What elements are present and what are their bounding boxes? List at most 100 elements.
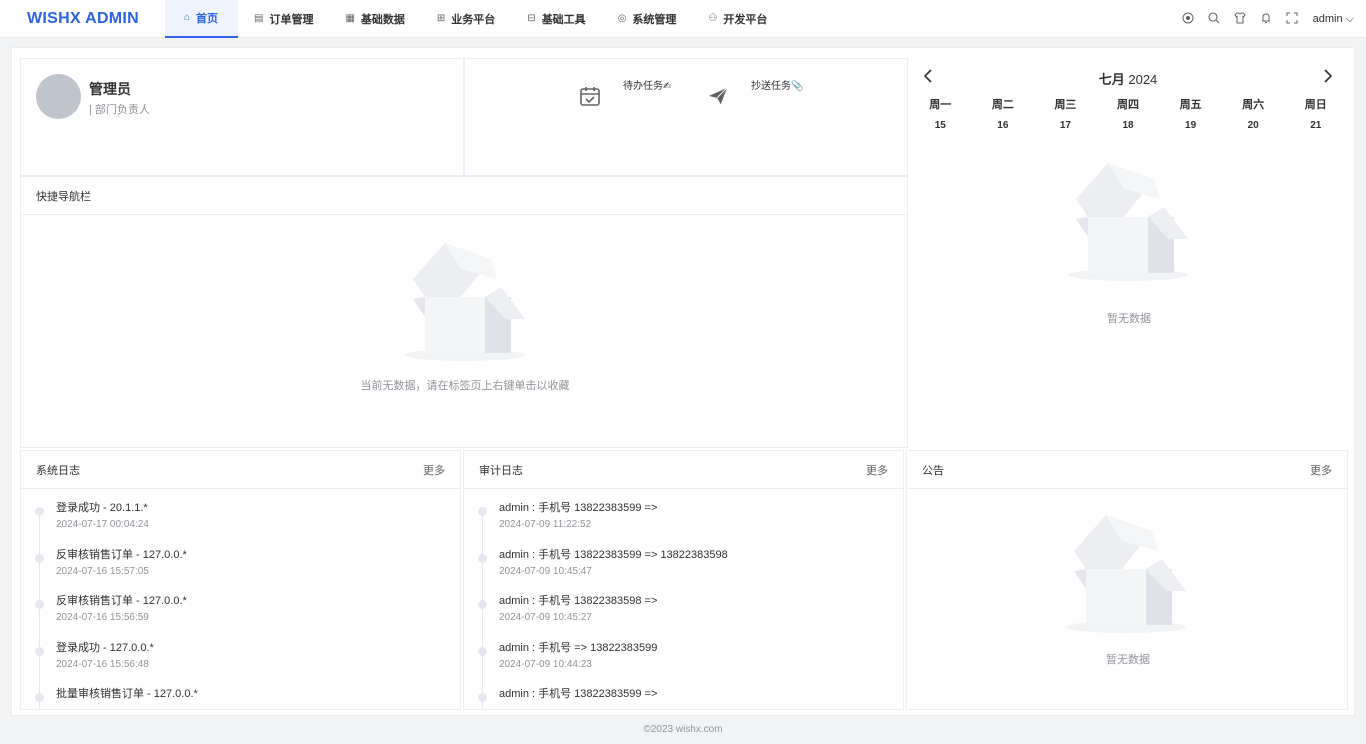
- syslog-title: 系统日志: [36, 464, 80, 477]
- timeline-item: 反审核销售订单 - 127.0.0.* 2024-07-16 15:57:05: [35, 548, 450, 595]
- empty-box-icon: [1066, 515, 1186, 633]
- cc-task[interactable]: 抄送任务📎: [707, 79, 803, 107]
- shirt-icon[interactable]: [1227, 12, 1253, 27]
- timeline-dot: [35, 646, 44, 656]
- timeline-item: admin : 手机号 => 13822383599 2024-07-09 10…: [478, 641, 893, 688]
- syslog-header: 系统日志 更多: [21, 451, 460, 489]
- notice-title: 公告: [922, 464, 944, 477]
- chevron-right-icon[interactable]: [1323, 69, 1333, 86]
- syslog-card: 系统日志 更多 登录成功 - 20.1.1.* 2024-07-17 00:04…: [20, 450, 461, 710]
- avatar: [36, 74, 81, 119]
- syslog-more-link[interactable]: 更多: [423, 462, 445, 478]
- timeline-dot: [35, 600, 44, 609]
- calendar-day[interactable]: 19: [1159, 120, 1222, 131]
- table-icon: ▦: [345, 13, 355, 24]
- nav-item-business[interactable]: ⊞ 业务平台: [421, 0, 511, 38]
- timeline-dot: [35, 507, 44, 516]
- calendar-title: 七月 2024: [909, 69, 1347, 88]
- weekday: 周日: [1304, 99, 1327, 111]
- timeline-item: 反审核销售订单 - 127.0.0.* 2024-07-16 15:56:59: [35, 594, 450, 641]
- timeline-item: admin : 手机号 13822383599 =>: [478, 687, 893, 709]
- log-text: 登录成功 - 127.0.0.*: [56, 641, 154, 654]
- notice-header: 公告 更多: [907, 451, 1347, 489]
- auditlog-timeline: admin : 手机号 13822383599 => 2024-07-09 11…: [478, 501, 893, 709]
- nav-label: 业务平台: [451, 13, 496, 26]
- app-logo[interactable]: WISHX ADMIN: [0, 10, 165, 28]
- log-time: 2024-07-16 15:56:59: [56, 612, 149, 623]
- calendar-card: 七月 2024 周一 周二 周三 周四 周五 周六 周日 15 16 17 18…: [908, 58, 1348, 448]
- timeline-dot: [478, 600, 487, 609]
- notice-card: 公告 更多 暂无数据: [906, 450, 1348, 710]
- nav-label: 首页: [196, 12, 219, 25]
- grid-icon: ⊞: [436, 13, 446, 24]
- timeline-dot: [478, 507, 487, 516]
- timeline-dot: [478, 693, 487, 702]
- home-icon: ⌂: [184, 12, 191, 23]
- target-icon[interactable]: [1175, 12, 1201, 27]
- notice-more-link[interactable]: 更多: [1310, 462, 1332, 478]
- quicknav-card: 快捷导航栏 当前无数据，请在标签页上右键单击以收藏: [20, 176, 908, 448]
- nav-item-tools[interactable]: ⊟ 基础工具: [511, 0, 601, 38]
- auditlog-header: 审计日志 更多: [464, 451, 903, 489]
- log-time: 2024-07-16 15:56:48: [56, 658, 149, 670]
- calendar-day[interactable]: 15: [909, 120, 972, 131]
- timeline-dot: [478, 646, 487, 656]
- top-header: WISHX ADMIN ⌂ 首页 ▤ 订单管理 ▦ 基础数据 ⊞ 业务平台 ⊟ …: [0, 0, 1366, 38]
- todo-task-label: 待办任务✍: [623, 81, 672, 92]
- log-text: admin : 手机号 13822383599 =>: [499, 688, 658, 700]
- quicknav-empty-text: 当前无数据，请在标签页上右键单击以收藏: [360, 380, 570, 392]
- calendar-empty-text: 暂无数据: [1107, 313, 1151, 325]
- toolbox-icon: ⊟: [527, 13, 536, 24]
- empty-box-icon: [405, 243, 525, 361]
- calendar-month: 七月: [1098, 72, 1125, 87]
- calendar-day[interactable]: 18: [1097, 120, 1160, 131]
- log-time: 2024-07-09 10:45:47: [499, 565, 592, 577]
- timeline-item: 批量审核销售订单 - 127.0.0.*: [35, 687, 450, 709]
- timeline-dot: [35, 693, 44, 702]
- calendar-days: 15 16 17 18 19 20 21: [909, 120, 1347, 131]
- quicknav-header: 快捷导航栏: [21, 177, 907, 215]
- timeline-item: admin : 手机号 13822383599 => 13822383598 2…: [478, 548, 893, 595]
- user-name: 管理员: [89, 81, 131, 97]
- paper-plane-icon: [708, 87, 728, 105]
- nav-item-basic-data[interactable]: ▦ 基础数据: [329, 0, 420, 38]
- weekday: 周二: [991, 99, 1014, 111]
- timeline-dot: [478, 553, 487, 563]
- calendar-day[interactable]: 17: [1034, 120, 1097, 131]
- log-text: 反审核销售订单 - 127.0.0.*: [56, 548, 187, 561]
- fullscreen-icon[interactable]: [1279, 12, 1305, 27]
- syslog-timeline: 登录成功 - 20.1.1.* 2024-07-17 00:04:24 反审核销…: [35, 501, 450, 709]
- calendar-day[interactable]: 20: [1222, 120, 1285, 131]
- timeline-item: 登录成功 - 127.0.0.* 2024-07-16 15:56:48: [35, 641, 450, 688]
- todo-task[interactable]: 待办任务✍: [579, 79, 671, 107]
- weekday: 周一: [929, 99, 952, 111]
- nav-item-dev[interactable]: ⚇ 开发平台: [692, 0, 783, 38]
- nav-item-home[interactable]: ⌂ 首页: [165, 0, 238, 38]
- calendar-day[interactable]: 16: [972, 120, 1035, 131]
- footer-copyright: ©2023 wishx.com: [643, 724, 723, 735]
- list-icon: ▤: [254, 13, 264, 24]
- bell-icon[interactable]: [1253, 12, 1279, 27]
- main-nav: ⌂ 首页 ▤ 订单管理 ▦ 基础数据 ⊞ 业务平台 ⊟ 基础工具 ◎ 系统管理 …: [165, 0, 783, 38]
- calendar-check-icon: [580, 87, 600, 106]
- calendar-day[interactable]: 21: [1284, 120, 1347, 131]
- log-text: admin : 手机号 13822383598 =>: [499, 595, 658, 607]
- timeline-item: admin : 手机号 13822383599 => 2024-07-09 11…: [478, 501, 893, 548]
- settings-icon: ◎: [617, 13, 627, 24]
- task-card: 待办任务✍ 抄送任务📎: [464, 58, 908, 176]
- log-text: admin : 手机号 => 13822383599: [499, 641, 658, 654]
- header-actions: admin ⌵: [1175, 0, 1354, 38]
- user-menu[interactable]: admin ⌵: [1313, 13, 1354, 26]
- log-text: 批量审核销售订单 - 127.0.0.*: [56, 688, 198, 700]
- calendar-header: 七月 2024: [909, 69, 1347, 89]
- cc-task-label: 抄送任务📎: [751, 81, 804, 92]
- search-icon[interactable]: [1201, 11, 1227, 27]
- nav-label: 订单管理: [269, 13, 314, 26]
- nav-label: 系统管理: [632, 13, 677, 26]
- notice-empty-text: 暂无数据: [1106, 654, 1150, 666]
- nav-item-orders[interactable]: ▤ 订单管理: [238, 0, 329, 38]
- timeline-dot: [35, 553, 44, 563]
- auditlog-more-link[interactable]: 更多: [866, 462, 888, 478]
- quicknav-title: 快捷导航栏: [36, 190, 91, 203]
- nav-item-system[interactable]: ◎ 系统管理: [602, 0, 693, 38]
